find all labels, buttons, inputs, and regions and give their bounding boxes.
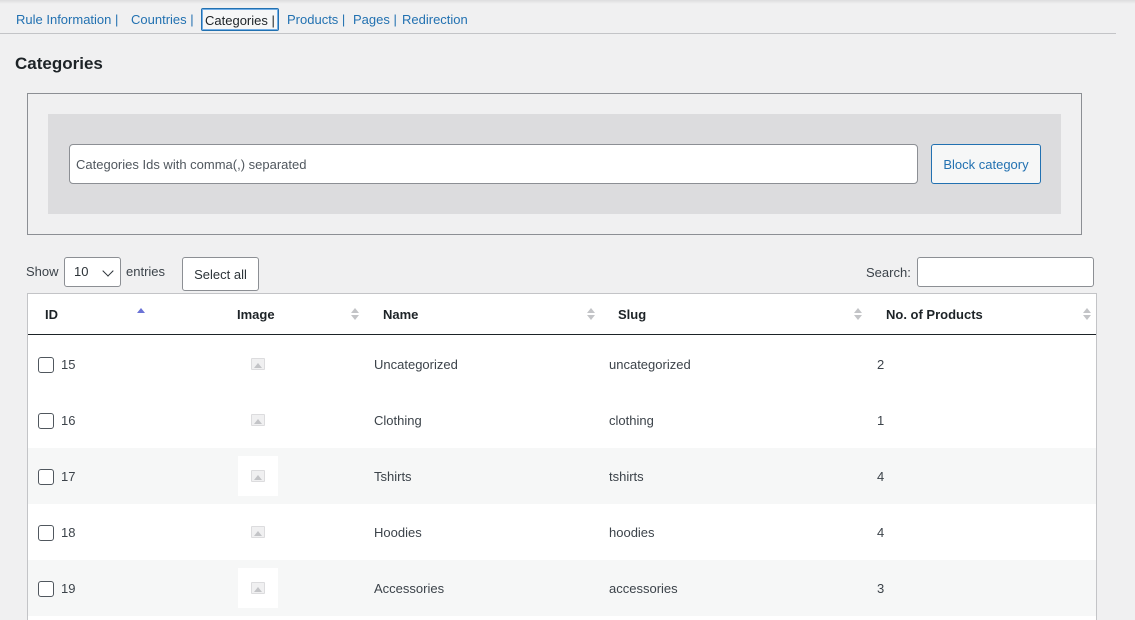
sort-arrows-icon[interactable] <box>854 308 862 322</box>
row-name: Clothing <box>374 413 422 428</box>
image-placeholder-icon <box>238 400 278 440</box>
block-category-box: Block category <box>27 93 1082 235</box>
row-slug: hoodies <box>609 525 655 540</box>
entries-label: entries <box>126 264 166 279</box>
row-id: 19 <box>61 581 76 596</box>
tab-categories[interactable]: Categories | <box>201 8 279 31</box>
column-header-id[interactable]: ID <box>45 307 58 322</box>
search-input[interactable] <box>917 257 1094 287</box>
row-checkbox[interactable] <box>38 413 54 429</box>
chevron-down-icon <box>102 265 114 277</box>
tab-navigation: Rule Information | Countries | Categorie… <box>0 0 1116 34</box>
image-placeholder-icon <box>238 568 278 608</box>
row-id: 16 <box>61 413 76 428</box>
row-name: Hoodies <box>374 525 422 540</box>
block-category-button[interactable]: Block category <box>931 144 1041 184</box>
row-slug: accessories <box>609 581 678 596</box>
column-header-name[interactable]: Name <box>383 307 418 322</box>
show-label: Show <box>26 264 59 279</box>
tab-pages[interactable]: Pages | <box>353 12 397 27</box>
select-all-button[interactable]: Select all <box>182 257 259 291</box>
image-placeholder-icon <box>238 456 278 496</box>
image-placeholder-icon <box>238 344 278 384</box>
entries-value: 10 <box>74 264 89 279</box>
row-id: 18 <box>61 525 76 540</box>
entries-select[interactable]: 10 <box>64 257 121 287</box>
row-checkbox[interactable] <box>38 581 54 597</box>
category-ids-input[interactable] <box>69 144 918 184</box>
row-slug: tshirts <box>609 469 644 484</box>
row-name: Uncategorized <box>374 357 458 372</box>
row-product-count: 4 <box>877 469 885 484</box>
row-id: 17 <box>61 469 76 484</box>
table-row: 18 Hoodies hoodies 4 <box>28 504 1096 560</box>
tab-redirection[interactable]: Redirection <box>402 12 468 27</box>
search-label: Search: <box>866 265 911 280</box>
table-row: 15 Uncategorized uncategorized 2 <box>28 336 1096 392</box>
row-checkbox[interactable] <box>38 357 54 373</box>
row-product-count: 4 <box>877 525 885 540</box>
tab-products[interactable]: Products | <box>287 12 345 27</box>
row-slug: clothing <box>609 413 654 428</box>
sort-asc-icon[interactable] <box>137 308 145 322</box>
tab-rule-information[interactable]: Rule Information | <box>16 12 118 27</box>
table-row: 19 Accessories accessories 3 <box>28 560 1096 616</box>
sort-arrows-icon[interactable] <box>587 308 595 322</box>
row-checkbox[interactable] <box>38 525 54 541</box>
row-slug: uncategorized <box>609 357 691 372</box>
sort-arrows-icon[interactable] <box>351 308 359 322</box>
row-name: Tshirts <box>374 469 412 484</box>
row-product-count: 1 <box>877 413 885 428</box>
categories-table: ID Image Name Slug No. of Products 15 Un… <box>27 293 1097 620</box>
column-header-image[interactable]: Image <box>237 307 275 322</box>
row-checkbox[interactable] <box>38 469 54 485</box>
row-product-count: 2 <box>877 357 885 372</box>
row-product-count: 3 <box>877 581 885 596</box>
column-header-slug[interactable]: Slug <box>618 307 646 322</box>
row-id: 15 <box>61 357 76 372</box>
table-row: 17 Tshirts tshirts 4 <box>28 448 1096 504</box>
page-title: Categories <box>15 54 103 73</box>
tab-countries[interactable]: Countries | <box>131 12 194 27</box>
row-name: Accessories <box>374 581 445 596</box>
column-header-product-count[interactable]: No. of Products <box>886 307 983 322</box>
image-placeholder-icon <box>238 512 278 552</box>
sort-arrows-icon[interactable] <box>1083 308 1091 322</box>
table-row: 16 Clothing clothing 1 <box>28 392 1096 448</box>
block-category-form: Block category <box>48 114 1061 214</box>
table-header: ID Image Name Slug No. of Products <box>28 294 1096 335</box>
